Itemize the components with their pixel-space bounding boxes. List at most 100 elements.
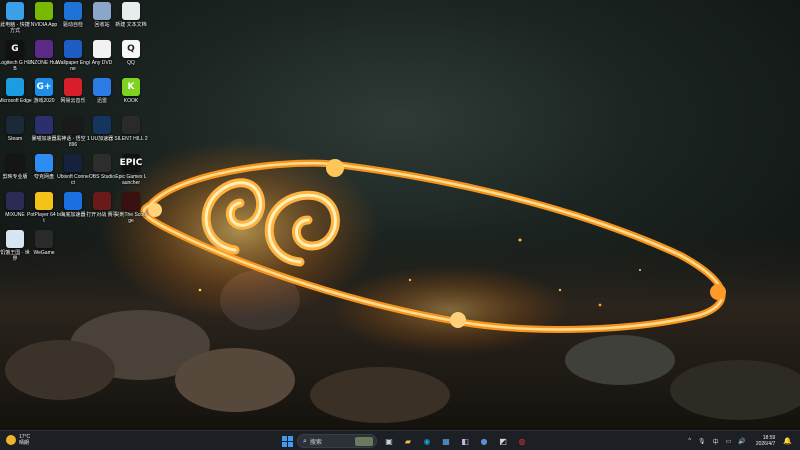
desktop-icon-label: Epic Games Launcher (115, 174, 147, 186)
desktop-icon-edge[interactable]: Microsoft Edge (0, 78, 32, 116)
tray-chevron-icon[interactable]: ^ (688, 438, 691, 444)
scourge-icon (122, 192, 140, 210)
desktop-icon-obs[interactable]: OBS Studio (87, 154, 117, 192)
taskbar-app-file-explorer[interactable]: ▰ (400, 433, 416, 449)
nvidia-icon (35, 2, 53, 20)
desktop-icon-label: WeGame (33, 250, 55, 256)
uuaccel-icon (93, 116, 111, 134)
netease-icon (64, 78, 82, 96)
desktop-icon-silenthill[interactable]: SILENT HILL 2 (114, 116, 148, 154)
inzone-icon (35, 40, 53, 58)
desktop-icon-driver[interactable]: 驱动自检 (58, 2, 88, 40)
desktop-icon-label: SILENT HILL 2 (114, 136, 148, 142)
desktop-icon-potplayer[interactable]: PotPlayer 64 bit (27, 192, 61, 230)
ymaccel-icon (35, 116, 53, 134)
start-button[interactable] (282, 435, 293, 447)
taskbar-app-task-view[interactable]: ▣ (381, 433, 397, 449)
haidie-icon (64, 192, 82, 210)
desktop-icon-newtxt[interactable]: 新建 文本文档 (115, 2, 147, 40)
desktop-icon-scourge[interactable]: 尖刺The Scourge (114, 192, 148, 230)
desktop-icon-epic[interactable]: EPIC Epic Games Launcher (115, 154, 147, 192)
obs-icon (93, 154, 111, 172)
desktop-icon-ymaccel[interactable]: 暴喵加速器 (29, 116, 59, 154)
microphone-icon[interactable]: 🎙 (698, 438, 706, 445)
taskbar-app-store[interactable]: ▦ (438, 433, 454, 449)
clock[interactable]: 18:59 2026/4/7 (756, 435, 775, 447)
yuanshen-icon (6, 230, 24, 248)
desktop-icon-logitech[interactable]: G Logitech G HUB (0, 40, 31, 78)
desktop-icon-mixune[interactable]: MIXUNE (0, 192, 30, 230)
desktop-icon-jsgame[interactable]: 打开对战 赛事 (86, 192, 118, 230)
newtxt-icon (122, 2, 140, 20)
mixune-icon (6, 192, 24, 210)
weather-widget[interactable]: 17°C 晴朗 (6, 434, 30, 446)
desktop-icon-capcut[interactable]: 剪映专业版 (0, 154, 30, 192)
weather-desc: 晴朗 (19, 440, 30, 446)
desktop-icon-haidie[interactable]: 海底加速器 (58, 192, 88, 230)
wegame-icon (35, 230, 53, 248)
silenthill-icon (122, 116, 140, 134)
search-highlight-image (355, 436, 373, 446)
pinned-apps: ▣ ▰ ◉ ▦ ◧ ● ◩ ◍ (381, 433, 533, 449)
input-language[interactable]: 中 (713, 437, 719, 446)
clock-date: 2026/4/7 (755, 441, 776, 447)
network-icon[interactable]: ▭ (726, 438, 732, 445)
wallpaper-icon (64, 40, 82, 58)
desktop-icon-label: 新建 文本文档 (115, 22, 147, 28)
desktop-icon-blackmyth[interactable]: 黑神话 · 悟空 1896 (56, 116, 90, 154)
desktop-icon-wegame[interactable]: WeGame (29, 230, 59, 268)
taskbar-app-edge[interactable]: ◉ (419, 433, 435, 449)
taskbar-search[interactable]: ⌕ 搜索 (297, 434, 377, 448)
desktop-icon-game2020[interactable]: G+ 游戏2020 (29, 78, 59, 116)
desktop-icon-netease[interactable]: 网易云音乐 (58, 78, 88, 116)
desktop-icon-yuanshen[interactable]: 饥饿王国 · 世界 (0, 230, 30, 268)
epic-icon: EPIC (120, 154, 142, 172)
desktop-icon-nvidia[interactable]: NVIDIA App (29, 2, 59, 40)
system-tray: ^ 🎙 中 ▭ 🔊 18:59 2026/4/7 🔔 (681, 433, 792, 449)
potplayer-icon (35, 192, 53, 210)
desktop-icon-grid: 此电脑 - 快捷方式 NVIDIA App 驱动自检 回收站 新建 文本文档 G Logit… (0, 0, 160, 430)
weather-sun-icon (6, 435, 16, 445)
taskbar-center: ⌕ 搜索 ▣ ▰ ◉ ▦ ◧ ● ◩ ◍ (280, 433, 533, 449)
desktop-icon-label: KOOK (123, 98, 139, 104)
taskbar-app-netease[interactable]: ◍ (514, 433, 530, 449)
driver-icon (64, 2, 82, 20)
qq-icon: Q (122, 40, 140, 58)
desktop-icon-this-pc[interactable]: 此电脑 - 快捷方式 (0, 2, 30, 40)
desktop-icon-steam[interactable]: Steam (0, 116, 30, 154)
taskbar-app-steam[interactable]: ● (476, 433, 492, 449)
taskbar-app-app-dark[interactable]: ◩ (495, 433, 511, 449)
desktop-icon-qq[interactable]: Q QQ (116, 40, 146, 78)
taskbar: 17°C 晴朗 ⌕ 搜索 ▣ ▰ ◉ ▦ ◧ ● ◩ ◍ ^ 🎙 中 ▭ 🔊 18:59 20… (0, 430, 800, 450)
capcut-icon (6, 154, 24, 172)
jsgame-icon (93, 192, 111, 210)
desktop-icon-anydvd[interactable]: Any DVD (87, 40, 117, 78)
desktop-icon-ubisoft[interactable]: Ubisoft Connect (57, 154, 89, 192)
desktop-icon-quark[interactable]: 夸克网盘 (29, 154, 59, 192)
notification-bell-icon[interactable]: 🔔 (783, 437, 792, 445)
xunlei-icon (93, 78, 111, 96)
windows-logo-icon (282, 435, 287, 441)
ubisoft-icon (64, 154, 82, 172)
game2020-icon: G+ (35, 78, 53, 96)
desktop-icon-xunlei[interactable]: 迅雷 (87, 78, 117, 116)
desktop-icon-recycle[interactable]: 回收站 (87, 2, 117, 40)
volume-icon[interactable]: 🔊 (738, 438, 745, 445)
quark-icon (35, 154, 53, 172)
desktop-icon-label: 尖刺The Scourge (114, 212, 148, 224)
logitech-icon: G (6, 40, 24, 58)
anydvd-icon (93, 40, 111, 58)
desktop-icon-wallpaper[interactable]: Wallpaper Engine (56, 40, 90, 78)
blackmyth-icon (64, 116, 82, 134)
desktop-icon-inzone[interactable]: INZONE Hub (29, 40, 59, 78)
desktop-icon-uuaccel[interactable]: UU加速器 (87, 116, 117, 154)
desktop-icon-kook[interactable]: K KOOK (116, 78, 146, 116)
search-icon: ⌕ (303, 436, 307, 445)
recycle-icon (93, 2, 111, 20)
taskbar-app-inzone[interactable]: ◧ (457, 433, 473, 449)
steam-icon (6, 116, 24, 134)
desktop-icon-label: QQ (127, 60, 135, 66)
kook-icon: K (122, 78, 140, 96)
search-placeholder: 搜索 (309, 439, 322, 446)
this-pc-icon (6, 2, 24, 20)
